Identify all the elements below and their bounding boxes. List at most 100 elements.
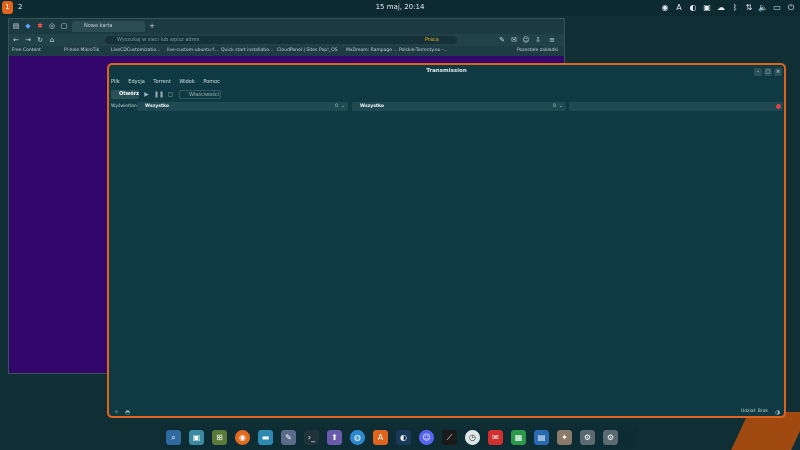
workspace-1-button[interactable]: 1 — [2, 1, 13, 14]
store-icon[interactable]: ⬆ — [327, 430, 342, 445]
window-title: Transmission — [426, 68, 467, 74]
back-icon[interactable]: ← — [11, 35, 21, 45]
terminal-icon[interactable]: ›_ — [304, 430, 319, 445]
toolbar: Otwórz ▶ ❚❚ ▢ Właściwości — [109, 88, 784, 101]
clear-icon[interactable] — [776, 104, 781, 109]
document-icon[interactable]: ▤ — [534, 430, 549, 445]
bookmark-item[interactable]: CloudPanel | Sites — [277, 46, 317, 56]
top-panel: 1 2 15 maj, 20:14 ◉ A ◐ ▣ ☁ ᛒ ⇅ 🔈 ▭ ⏻ — [0, 0, 800, 16]
chevron-down-icon: ⌄ — [341, 104, 345, 109]
select-value: Wszystko — [145, 104, 169, 109]
app-grid-icon[interactable]: ⊞ — [212, 430, 227, 445]
ratio-status: Udział: Brak — [740, 409, 768, 414]
files-icon[interactable]: ▬ — [258, 430, 273, 445]
battery-icon[interactable]: ▭ — [772, 3, 782, 13]
bookmark-item[interactable]: Quick start installatio... — [221, 46, 273, 56]
other-bookmarks[interactable]: Pozostałe zakładki — [517, 46, 558, 56]
select-value: Wszystko — [360, 104, 384, 109]
bookmark-item[interactable]: Pop!_OS — [319, 46, 338, 56]
discord-icon[interactable]: ▣ — [702, 3, 712, 13]
search-input[interactable] — [569, 102, 783, 111]
steam-icon[interactable]: ◐ — [396, 430, 411, 445]
extensions-icon[interactable]: ✎ — [497, 35, 507, 45]
bookmark-item[interactable]: live-custom-ubuntu-f... — [167, 46, 218, 56]
open-label: Otwórz — [119, 91, 140, 97]
menu-help[interactable]: Pomoc — [203, 78, 220, 87]
editor-icon[interactable]: ⟋ — [442, 430, 457, 445]
bookmark-item[interactable]: MxDream: Rampage ... — [346, 46, 398, 56]
open-button[interactable]: Otwórz — [111, 90, 139, 99]
remove-icon[interactable]: ▢ — [166, 90, 175, 99]
transmission-icon[interactable]: ⚙ — [580, 430, 595, 445]
steam-icon[interactable]: ◐ — [688, 3, 698, 13]
workspace-2-button[interactable]: 2 — [18, 1, 22, 14]
forward-icon[interactable]: → — [23, 35, 33, 45]
bookmark-item[interactable]: Free Content — [12, 46, 41, 56]
chevron-down-icon: ⌄ — [559, 104, 563, 109]
bookmark-item[interactable]: Pi-hole MikroTik — [64, 46, 99, 56]
activity-filter-select[interactable]: Wszystko 0 ⌄ — [137, 102, 348, 111]
menu-bar: Plik Edycja Torrent Widok Pomoc — [111, 78, 227, 87]
browser-tab-bar: ▤ ◆ ✱ ◎ ▢ Nowa karta + — [9, 19, 564, 34]
font-manager-icon[interactable]: A — [373, 430, 388, 445]
pinned-tab-icon[interactable]: ◎ — [47, 21, 57, 31]
select-count: 0 — [553, 104, 556, 109]
mail-icon[interactable]: ✉ — [509, 35, 519, 45]
pinned-tab-icon[interactable]: ▢ — [59, 21, 69, 31]
text-editor-icon[interactable]: ✎ — [281, 430, 296, 445]
start-icon[interactable]: ▶ — [142, 90, 151, 99]
firefox-icon[interactable]: ◉ — [235, 430, 250, 445]
transmission-window: Transmission – □ × Plik Edycja Torrent W… — [107, 63, 786, 418]
properties-label: Właściwości — [189, 92, 220, 98]
menu-file[interactable]: Plik — [111, 78, 120, 87]
ratio-icon[interactable]: ◑ — [773, 408, 782, 416]
dock: ⌕ ▣ ⊞ ◉ ▬ ✎ ›_ ⬆ ◍ A ◐ ☺ ⟋ ◷ ✉ ▦ ▤ ✦ ⚙ ⚙ — [163, 427, 638, 449]
sidebar-icon[interactable]: ▤ — [11, 21, 21, 31]
cloud-icon[interactable]: ☁ — [716, 3, 726, 13]
discord-icon[interactable]: ☺ — [419, 430, 434, 445]
pinned-tab-icon[interactable]: ◆ — [23, 21, 33, 31]
volume-icon[interactable]: 🔈 — [758, 3, 768, 13]
bookmark-item[interactable]: LiveCDCustomizatio... — [111, 46, 160, 56]
reload-icon[interactable]: ↻ — [35, 35, 45, 45]
gimp-icon[interactable]: ✦ — [557, 430, 572, 445]
mail-app-icon[interactable]: ✉ — [488, 430, 503, 445]
pause-icon[interactable]: ❚❚ — [154, 90, 164, 99]
menu-edit[interactable]: Edycja — [128, 78, 145, 87]
status-bar: ✧ ◓ Udział: Brak ◑ — [109, 406, 784, 416]
bookmarks-bar: Free Content Pi-hole MikroTik LiveCDCust… — [9, 46, 564, 56]
clock[interactable]: 15 maj, 20:14 — [360, 0, 440, 15]
transmission-icon[interactable]: ⚙ — [603, 430, 618, 445]
properties-button[interactable]: Właściwości — [179, 90, 221, 99]
minimize-button[interactable]: – — [754, 68, 762, 76]
settings-icon[interactable]: ✧ — [112, 408, 121, 416]
tracker-filter-select[interactable]: Wszystko 0 ⌄ — [352, 102, 566, 111]
select-count: 0 — [335, 104, 338, 109]
clock-app-icon[interactable]: ◷ — [465, 430, 480, 445]
url-bar[interactable]: Wyszukaj w sieci lub wpisz adres — [105, 36, 457, 44]
pinned-tab-icon[interactable]: ✱ — [35, 21, 45, 31]
magnifier-icon[interactable]: ⌕ — [166, 430, 181, 445]
network-icon[interactable]: ⇅ — [744, 3, 754, 13]
bookmark-item[interactable]: Polskie-Torrenty.eu -... — [399, 46, 448, 56]
account-icon[interactable]: ☺ — [521, 35, 531, 45]
download-icon[interactable]: ⇩ — [533, 35, 543, 45]
power-icon[interactable]: ⏻ — [786, 3, 796, 13]
browser-icon[interactable]: ◍ — [350, 430, 365, 445]
bluetooth-icon[interactable]: ᛒ — [730, 3, 740, 13]
window-manager-icon[interactable]: ▣ — [189, 430, 204, 445]
home-icon[interactable]: ⌂ — [47, 35, 57, 45]
menu-icon[interactable]: ≡ — [547, 35, 557, 45]
screenshot-icon[interactable]: ◉ — [660, 3, 670, 13]
new-tab-button[interactable]: + — [147, 21, 157, 31]
close-button[interactable]: × — [774, 68, 782, 76]
tab-new-tab[interactable]: Nowa karta — [72, 21, 145, 32]
spreadsheet-icon[interactable]: ▦ — [511, 430, 526, 445]
font-icon[interactable]: A — [674, 3, 684, 13]
turtle-icon[interactable]: ◓ — [123, 408, 132, 416]
maximize-button[interactable]: □ — [764, 68, 772, 76]
browser-nav-bar: ← → ↻ ⌂ Wyszukaj w sieci lub wpisz adres… — [9, 34, 564, 46]
menu-view[interactable]: Widok — [179, 78, 194, 87]
container-badge[interactable]: Praca — [425, 37, 455, 43]
menu-torrent[interactable]: Torrent — [153, 78, 170, 87]
